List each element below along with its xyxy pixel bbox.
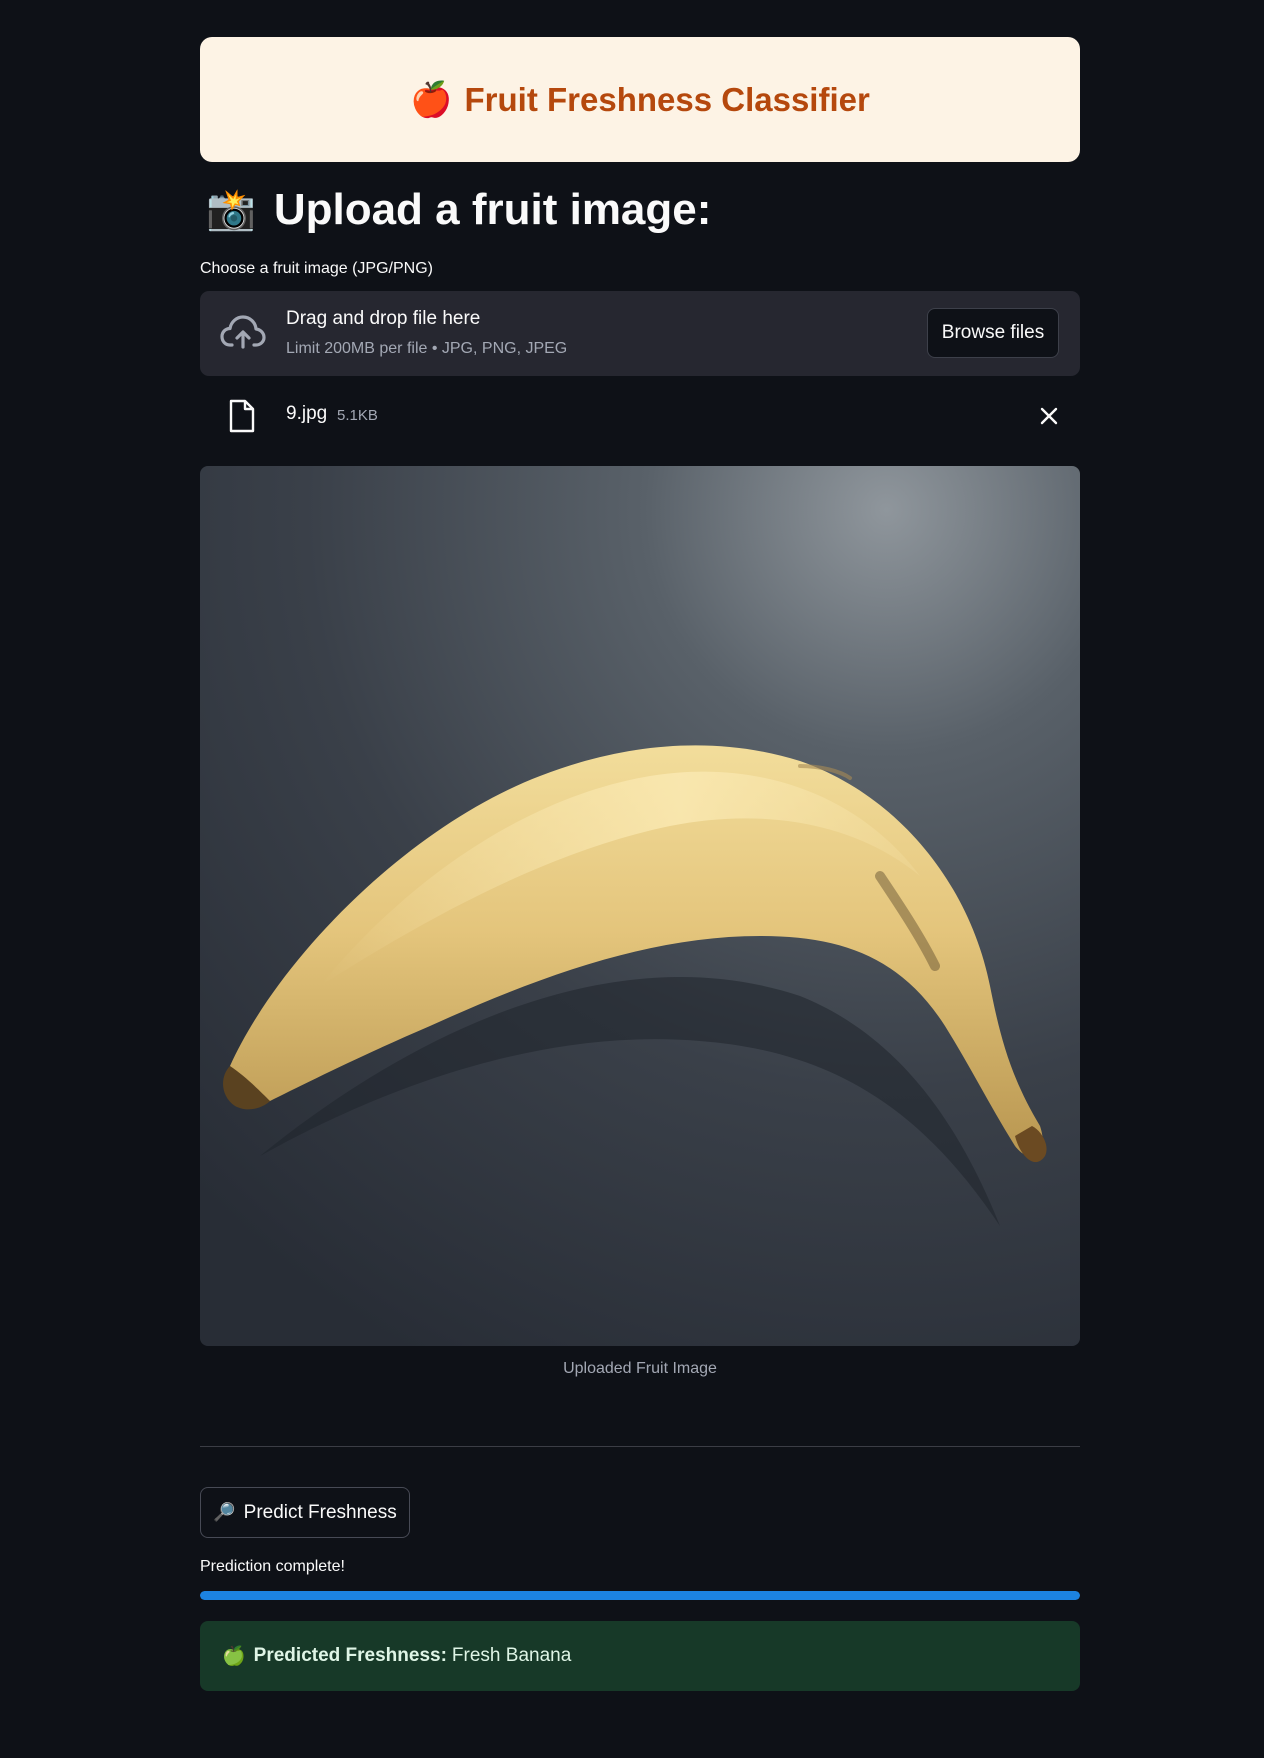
result-label: Predicted Freshness: xyxy=(253,1645,447,1666)
upload-heading-text: Upload a fruit image: xyxy=(273,185,712,234)
dropzone-title: Drag and drop file here xyxy=(286,308,481,329)
cloud-upload-icon xyxy=(220,315,266,349)
green-apple-icon: 🍏 xyxy=(222,1646,246,1667)
page-title: Fruit Freshness Classifier xyxy=(464,80,870,118)
uploader-label: Choose a fruit image (JPG/PNG) xyxy=(200,260,433,277)
file-dropzone[interactable]: Drag and drop file here Limit 200MB per … xyxy=(200,291,1080,376)
result-alert: 🍏 Predicted Freshness: Fresh Banana xyxy=(200,1621,1080,1691)
file-icon xyxy=(229,399,255,433)
apple-icon: 🍎 xyxy=(410,80,453,119)
result-value: Fresh Banana xyxy=(451,1645,572,1666)
upload-heading: 📸 Upload a fruit image: xyxy=(206,180,711,240)
file-size: 5.1KB xyxy=(337,407,378,424)
prediction-status: Prediction complete! xyxy=(200,1558,345,1575)
predict-button-label: Predict Freshness xyxy=(243,1501,397,1523)
browse-files-button[interactable]: Browse files xyxy=(927,308,1059,358)
banana-image xyxy=(200,466,1080,1346)
file-name: 9.jpg xyxy=(286,403,328,424)
image-caption: Uploaded Fruit Image xyxy=(563,1360,717,1377)
magnifier-icon: 🔎 xyxy=(213,1502,236,1522)
progress-fill xyxy=(200,1591,1080,1600)
divider xyxy=(200,1446,1080,1447)
predict-freshness-button[interactable]: 🔎 Predict Freshness xyxy=(200,1487,410,1538)
progress-bar xyxy=(200,1591,1080,1600)
uploaded-file-row: 9.jpg 5.1KB xyxy=(200,393,1080,439)
close-icon[interactable] xyxy=(1038,405,1060,427)
title-card: 🍎 Fruit Freshness Classifier xyxy=(200,37,1080,162)
dropzone-limit: Limit 200MB per file • JPG, PNG, JPEG xyxy=(286,340,568,357)
camera-icon: 📸 xyxy=(206,188,256,232)
uploaded-fruit-image xyxy=(200,466,1080,1346)
